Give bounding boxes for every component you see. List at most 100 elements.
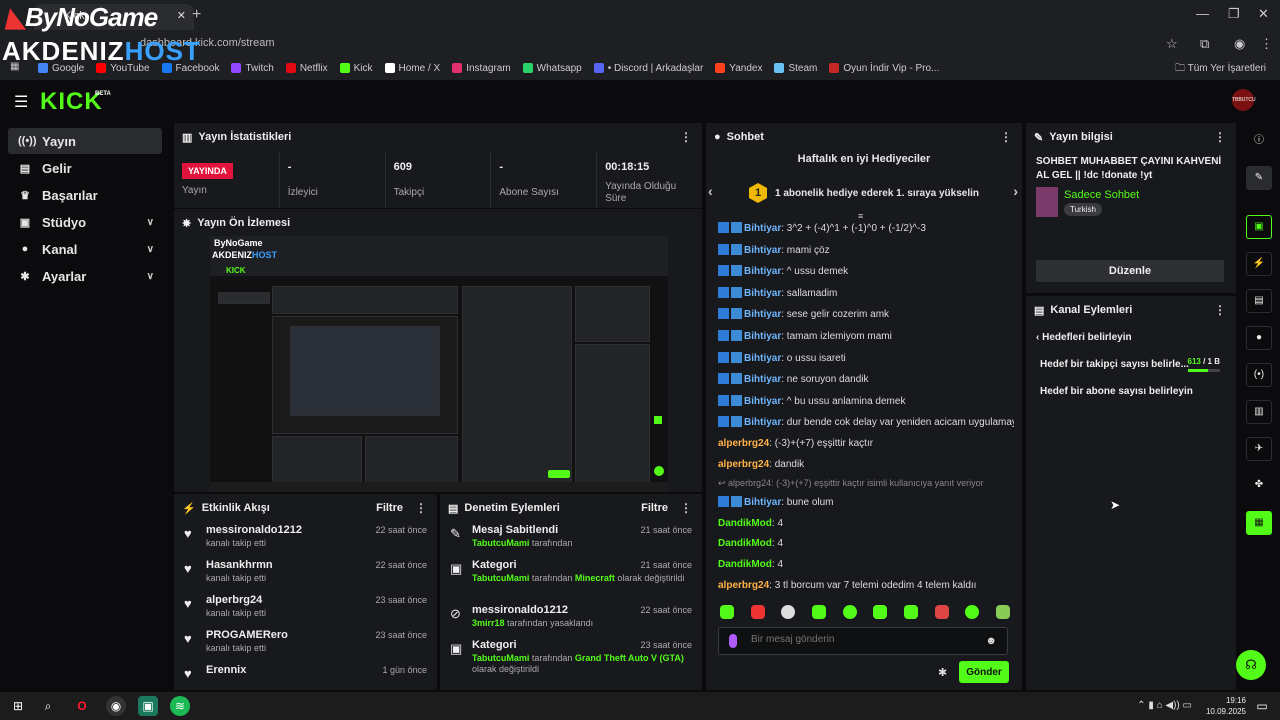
chat-username[interactable]: Bihtiyar — [744, 288, 781, 299]
new-tab-icon[interactable]: + — [192, 6, 201, 24]
emote-icon[interactable] — [965, 605, 980, 619]
server-icon[interactable]: ▥ — [1246, 400, 1272, 424]
emote-icon[interactable] — [873, 605, 888, 619]
bookmark-item[interactable]: Steam — [774, 63, 817, 74]
category-link[interactable]: Sadece Sohbet — [1064, 189, 1139, 201]
emote-icon[interactable] — [842, 605, 857, 619]
help-support-icon[interactable]: ☊ — [1236, 650, 1266, 680]
sidebar-item-kanal[interactable]: ● Kanal ∨ — [8, 236, 162, 262]
stream-preview-video[interactable]: ByNoGame AKDENIZHOST KICK — [210, 236, 668, 492]
chat-username[interactable]: alperbrg24 — [718, 459, 769, 470]
chat-username[interactable]: Bihtiyar — [744, 396, 781, 407]
bookmark-item[interactable]: Netflix — [285, 63, 328, 74]
bookmark-item[interactable]: Twitch — [231, 63, 274, 74]
apps-grid-icon[interactable]: ▦ — [10, 61, 19, 72]
windows-start-icon[interactable]: ⊞ — [8, 696, 28, 716]
more-options-icon[interactable]: ⋮ — [680, 501, 692, 515]
info-icon[interactable]: ⓘ — [1246, 130, 1272, 154]
more-options-icon[interactable]: ⋮ — [1214, 303, 1226, 317]
chat-username[interactable]: alperbrg24 — [718, 438, 769, 449]
camera-icon[interactable]: ▣ — [1246, 215, 1272, 239]
app-icon[interactable]: ▣ — [138, 696, 158, 716]
filter-button[interactable]: Filtre — [641, 502, 668, 514]
close-tab-icon[interactable]: ✕ — [177, 9, 186, 22]
document-icon[interactable]: ▤ — [1246, 289, 1272, 313]
browser-menu-icon[interactable]: ⋮ — [1260, 36, 1273, 52]
all-bookmarks[interactable]: 🗀 Tüm Yer İşaretleri — [1175, 61, 1266, 78]
chevron-right-icon[interactable]: › — [1013, 183, 1018, 199]
more-options-icon[interactable]: ⋮ — [680, 130, 692, 144]
more-options-icon[interactable]: ⋮ — [1000, 130, 1012, 144]
chrome-icon[interactable]: ◉ — [106, 696, 126, 716]
search-icon[interactable]: ⌕ — [38, 696, 58, 716]
chat-settings-icon[interactable]: ✱ — [938, 666, 947, 679]
sidebar-item-ayarlar[interactable]: ✱ Ayarlar ∨ — [8, 263, 162, 289]
address-bar[interactable]: dashboard.kick.com/stream — [40, 33, 1190, 53]
emote-icon[interactable] — [934, 605, 949, 619]
lightning-icon[interactable]: ⚡ — [1246, 252, 1272, 276]
chat-username[interactable]: Bihtiyar — [744, 223, 781, 234]
chat-username[interactable]: Bihtiyar — [744, 331, 781, 342]
bookmark-item[interactable]: Whatsapp — [522, 63, 582, 74]
bookmark-item[interactable]: • Discord | Arkadaşlar — [593, 63, 703, 74]
emote-icon[interactable] — [903, 605, 918, 619]
clapper-icon[interactable]: ▦ — [1246, 511, 1272, 535]
filter-button[interactable]: Filtre — [376, 502, 403, 514]
chat-icon[interactable]: ● — [1246, 326, 1272, 350]
chat-username[interactable]: Bihtiyar — [744, 353, 781, 364]
sidebar-item-basarilar[interactable]: ♛ Başarılar — [8, 182, 162, 208]
sidebar-item-yayin[interactable]: ((•)) Yayın — [8, 128, 162, 154]
emote-icon[interactable] — [720, 605, 734, 619]
sidebar-item-gelir[interactable]: ▤ Gelir — [8, 155, 162, 181]
maximize-icon[interactable]: ❐ — [1228, 6, 1240, 22]
taskbar-clock[interactable]: 19:16 10.09.2025 — [1206, 695, 1246, 717]
pencil-icon[interactable]: ✎ — [1246, 166, 1272, 190]
chat-username[interactable]: Bihtiyar — [744, 245, 781, 256]
system-tray-icons[interactable]: ⌃ ▮ ⌂ ◀)) ▭ — [1137, 700, 1192, 711]
emote-icon[interactable] — [811, 605, 826, 619]
chat-username[interactable]: Bihtiyar — [744, 374, 781, 385]
bookmark-item[interactable]: Instagram — [452, 63, 511, 74]
emote-icon[interactable] — [781, 605, 796, 619]
profile-icon[interactable]: ◉ — [1234, 36, 1245, 52]
bookmark-item[interactable]: Yandex — [715, 63, 762, 74]
bookmark-item[interactable]: Facebook — [161, 63, 219, 74]
broadcast-icon[interactable]: (•) — [1246, 363, 1272, 387]
more-options-icon[interactable]: ⋮ — [415, 501, 427, 515]
kick-logo[interactable]: KICK — [40, 88, 103, 116]
emote-icon[interactable] — [995, 605, 1010, 619]
send-button[interactable]: Gönder — [959, 661, 1009, 683]
spotify-icon[interactable]: ≋ — [170, 696, 190, 716]
chat-message-input[interactable] — [751, 634, 971, 645]
chat-username[interactable]: Bihtiyar — [744, 266, 781, 277]
mic-icon[interactable] — [729, 634, 737, 648]
chat-username[interactable]: DandikMod — [718, 538, 772, 549]
emoji-icon[interactable]: ☻ — [985, 635, 997, 647]
bookmark-item[interactable]: YouTube — [96, 63, 150, 74]
chat-username[interactable]: alperbrg24 — [718, 580, 769, 591]
follower-goal[interactable]: Hedef bir takipçi sayısı belirle... 613 /… — [1026, 351, 1236, 378]
opera-icon[interactable]: O — [72, 696, 92, 716]
chat-username[interactable]: Bihtiyar — [744, 309, 781, 320]
bookmark-star-icon[interactable]: ☆ — [1166, 36, 1178, 52]
chat-username[interactable]: Bihtiyar — [744, 417, 781, 428]
emote-icon[interactable] — [750, 605, 765, 619]
wrench-icon[interactable]: ✈ — [1246, 437, 1272, 461]
hamburger-menu-icon[interactable]: ☰ — [14, 92, 28, 112]
minimize-icon[interactable]: — — [1196, 6, 1209, 21]
more-options-icon[interactable]: ⋮ — [1214, 130, 1226, 144]
sidebar-item-studyo[interactable]: ▣ Stüdyo ∨ — [8, 209, 162, 235]
extensions-icon[interactable]: ⧉ — [1200, 36, 1209, 52]
bookmark-item[interactable]: Kick — [339, 63, 373, 74]
chat-username[interactable]: Bihtiyar — [744, 497, 781, 508]
bookmark-item[interactable]: Home / X — [384, 63, 440, 74]
close-window-icon[interactable]: ✕ — [1258, 6, 1269, 22]
goals-back-button[interactable]: ‹ Hedefleri belirleyin — [1026, 324, 1236, 351]
edit-button[interactable]: Düzenle — [1036, 260, 1224, 282]
palette-icon[interactable]: ✤ — [1246, 474, 1272, 498]
subscriber-goal[interactable]: Hedef bir abone sayısı belirleyin — [1026, 378, 1236, 405]
bookmark-item[interactable]: Oyun İndir Vip - Pro... — [829, 63, 939, 74]
notifications-icon[interactable]: ▭ — [1252, 696, 1272, 716]
user-avatar[interactable]: TBBUTCU — [1232, 89, 1256, 111]
chat-username[interactable]: DandikMod — [718, 518, 772, 529]
